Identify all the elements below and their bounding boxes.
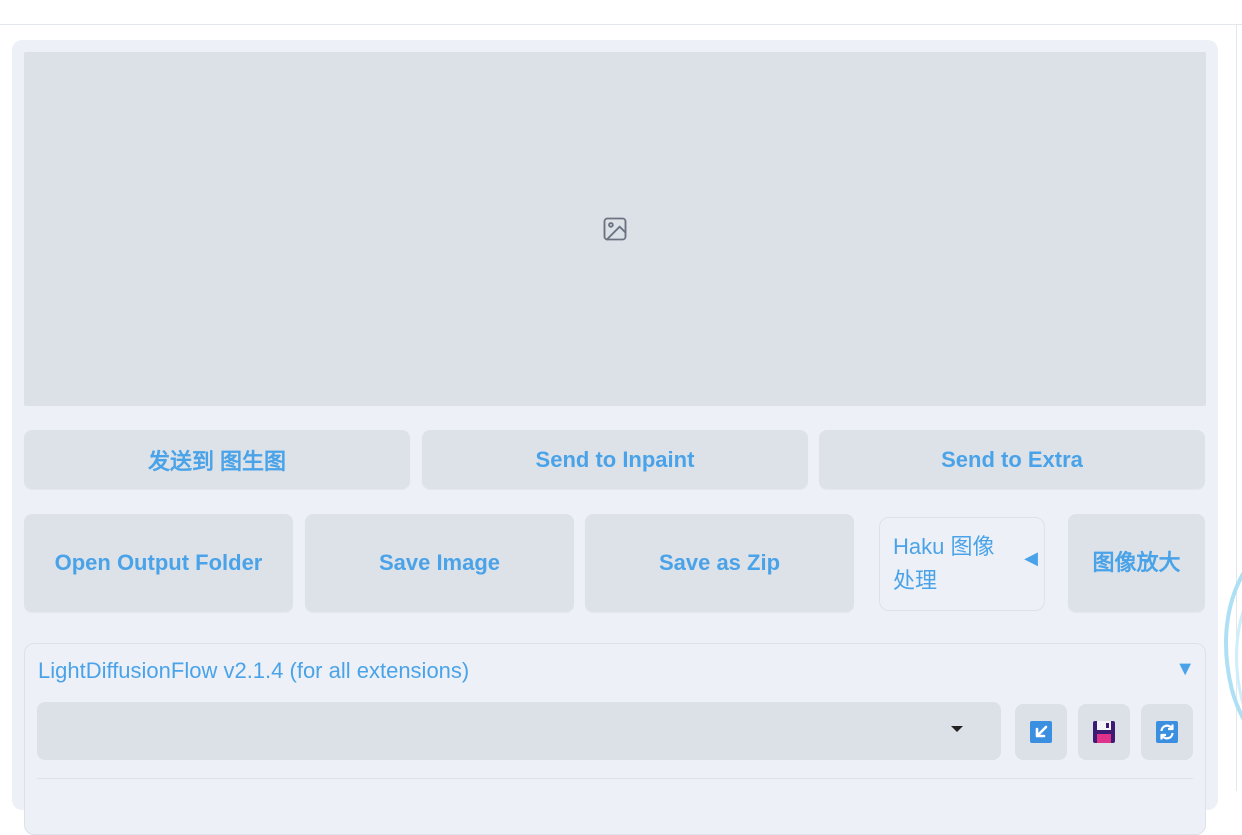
haku-label: Haku 图像处理 bbox=[893, 534, 995, 593]
accordion-title[interactable]: LightDiffusionFlow v2.1.4 (for all exten… bbox=[38, 658, 469, 684]
save-icon bbox=[1093, 721, 1115, 743]
right-border bbox=[1236, 25, 1237, 791]
import-button[interactable] bbox=[1015, 704, 1067, 760]
send-to-inpaint-button[interactable]: Send to Inpaint bbox=[422, 430, 808, 489]
send-to-img2img-button[interactable]: 发送到 图生图 bbox=[24, 430, 410, 489]
send-to-extra-button[interactable]: Send to Extra bbox=[819, 430, 1205, 489]
top-border bbox=[0, 24, 1242, 25]
output-image[interactable] bbox=[24, 52, 1206, 406]
dropdown-caret-icon bbox=[951, 726, 963, 732]
save-image-button[interactable]: Save Image bbox=[305, 514, 574, 612]
refresh-button[interactable] bbox=[1141, 704, 1193, 760]
lightdiffusionflow-accordion: LightDiffusionFlow v2.1.4 (for all exten… bbox=[24, 643, 1206, 835]
collapse-toggle-icon[interactable]: ▼ bbox=[1175, 658, 1195, 681]
section-divider bbox=[37, 778, 1193, 779]
open-output-folder-button[interactable]: Open Output Folder bbox=[24, 514, 293, 612]
flow-file-dropdown[interactable] bbox=[37, 702, 1001, 760]
haku-image-process-button[interactable]: Haku 图像处理 ◀ bbox=[879, 517, 1045, 611]
save-flow-button[interactable] bbox=[1078, 704, 1130, 760]
import-icon bbox=[1030, 721, 1052, 743]
expand-left-icon: ◀ bbox=[1024, 548, 1038, 568]
image-icon bbox=[603, 217, 627, 241]
refresh-icon bbox=[1156, 721, 1178, 743]
output-panel: 发送到 图生图 Send to Inpaint Send to Extra Op… bbox=[12, 40, 1218, 835]
upscale-button[interactable]: 图像放大 bbox=[1068, 514, 1205, 612]
save-as-zip-button[interactable]: Save as Zip bbox=[585, 514, 854, 612]
